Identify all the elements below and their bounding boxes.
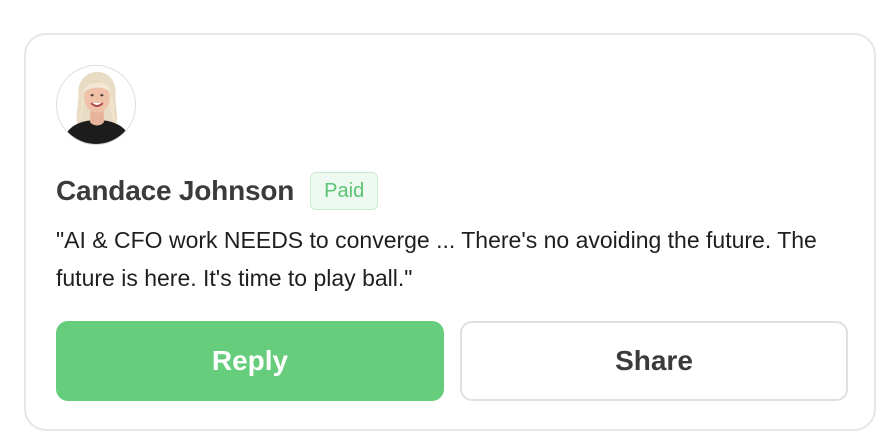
reply-button[interactable]: Reply [56, 321, 444, 401]
avatar [56, 65, 136, 145]
author-name: Candace Johnson [56, 175, 295, 206]
share-button[interactable]: Share [460, 321, 848, 401]
testimonial-quote: "AI & CFO work NEEDS to converge ... The… [56, 227, 817, 291]
author-row: Candace Johnson Paid [56, 171, 379, 211]
avatar-photo [57, 66, 135, 144]
testimonial-card: Candace Johnson Paid "AI & CFO work NEED… [24, 33, 876, 431]
paid-badge: Paid [310, 172, 379, 210]
